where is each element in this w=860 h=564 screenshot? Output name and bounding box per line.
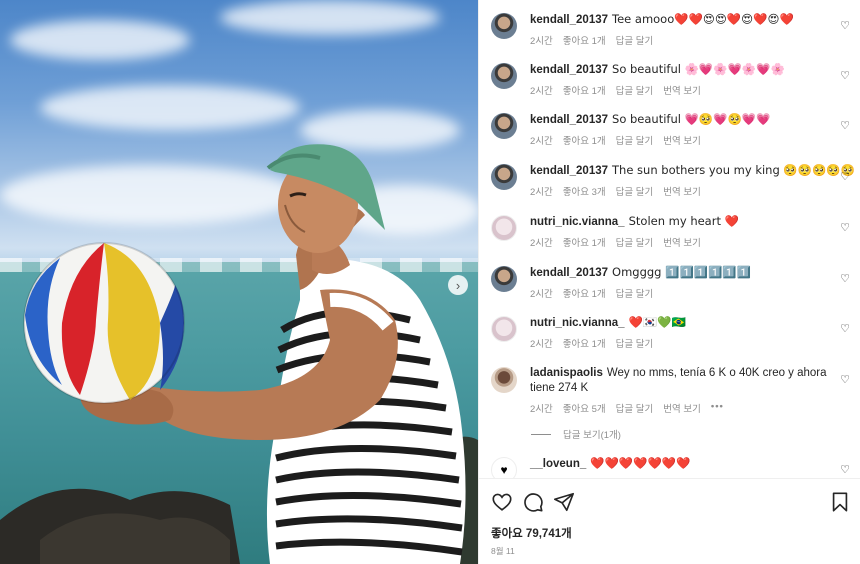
post-date[interactable]: 8월 11 xyxy=(491,545,515,557)
comment-text: Tee amooo❤️❤️😍😍❤️😍❤️😍❤️ xyxy=(612,12,794,26)
comment-item: kendall_20137 The sun bothers you my king… xyxy=(491,163,857,198)
avatar[interactable] xyxy=(491,266,517,292)
likes-count[interactable]: 좋아요 79,741개 xyxy=(491,525,572,541)
comment-icon[interactable] xyxy=(522,491,544,513)
comment-item: ladanispaolis Wey no mms, tenía 6 K o 40K… xyxy=(491,366,857,415)
comment-likes[interactable]: 좋아요 1개 xyxy=(563,133,606,147)
comment-time[interactable]: 2시간 xyxy=(530,286,553,300)
comment-text: ❤️🇰🇷💚🇧🇷 xyxy=(628,315,686,329)
comment-time[interactable]: 2시간 xyxy=(530,401,553,415)
comment-username[interactable]: kendall_20137 xyxy=(530,267,608,279)
comment-likes[interactable]: 좋아요 3개 xyxy=(563,184,606,198)
comment-text: Omgggg 1️⃣1️⃣1️⃣1️⃣1️⃣1️⃣ xyxy=(612,265,752,279)
comment-username[interactable]: __loveun_ xyxy=(530,458,586,470)
translate-link[interactable]: 번역 보기 xyxy=(663,184,701,198)
post-view: › kendall_20137 Tee amooo❤️❤️😍😍❤️😍❤️😍❤️ 2… xyxy=(0,0,860,564)
comment-text: The sun bothers you my king 🥺🥺🥺🥺🥺 xyxy=(612,163,856,177)
comment-text: ❤️❤️❤️❤️❤️❤️❤️ xyxy=(590,456,691,470)
comment-item: kendall_20137 So beautiful 🌸💗🌸💗🌸💗🌸 2시간 좋아… xyxy=(491,62,857,97)
comment-like-heart-icon[interactable]: ♡ xyxy=(839,323,851,335)
comment-like-heart-icon[interactable]: ♡ xyxy=(839,70,851,82)
reply-link[interactable]: 답글 달기 xyxy=(616,235,654,249)
comment-username[interactable]: kendall_20137 xyxy=(530,114,608,126)
heart-avatar-icon: ♥ xyxy=(500,463,508,477)
post-photo[interactable]: › xyxy=(0,0,478,564)
view-replies-link[interactable]: 답글 보기(1개) xyxy=(531,427,621,441)
view-replies-label: 답글 보기(1개) xyxy=(563,430,621,441)
translate-link[interactable]: 번역 보기 xyxy=(663,235,701,249)
comment-text: Stolen my heart ❤️ xyxy=(628,214,739,228)
comment-likes[interactable]: 좋아요 5개 xyxy=(563,401,606,415)
comment-username[interactable]: kendall_20137 xyxy=(530,14,608,26)
comment-time[interactable]: 2시간 xyxy=(530,133,553,147)
comment-item: kendall_20137 Omgggg 1️⃣1️⃣1️⃣1️⃣1️⃣1️⃣ 2… xyxy=(491,265,857,300)
comment-time[interactable]: 2시간 xyxy=(530,83,553,97)
comment-likes[interactable]: 좋아요 1개 xyxy=(563,33,606,47)
comment-time[interactable]: 2시간 xyxy=(530,184,553,198)
comment-item: nutri_nic.vianna_ Stolen my heart ❤️ 2시간 … xyxy=(491,214,857,249)
comment-time[interactable]: 2시간 xyxy=(530,235,553,249)
more-options-icon[interactable]: ••• xyxy=(711,401,724,415)
comment-likes[interactable]: 좋아요 1개 xyxy=(563,336,606,350)
comment-item: kendall_20137 So beautiful 💗🥺💗🥺💗💗 2시간 좋아요… xyxy=(491,112,857,147)
avatar[interactable] xyxy=(491,63,517,89)
reply-link[interactable]: 답글 달기 xyxy=(616,33,654,47)
reply-link[interactable]: 답글 달기 xyxy=(616,83,654,97)
comment-likes[interactable]: 좋아요 1개 xyxy=(563,286,606,300)
comment-likes[interactable]: 좋아요 1개 xyxy=(563,235,606,249)
reply-link[interactable]: 답글 달기 xyxy=(616,133,654,147)
reply-link[interactable]: 답글 달기 xyxy=(616,286,654,300)
comment-time[interactable]: 2시간 xyxy=(530,33,553,47)
comment-username[interactable]: ladanispaolis xyxy=(530,367,603,379)
post-actions: 좋아요 79,741개 8월 11 xyxy=(479,478,860,564)
chevron-right-icon: › xyxy=(455,277,461,293)
comment-like-heart-icon[interactable]: ♡ xyxy=(839,171,851,183)
avatar[interactable] xyxy=(491,215,517,241)
heart-icon[interactable] xyxy=(491,491,513,513)
comment-text: So beautiful 💗🥺💗🥺💗💗 xyxy=(612,112,771,126)
avatar[interactable]: ♥ xyxy=(491,457,517,478)
translate-link[interactable]: 번역 보기 xyxy=(663,401,701,415)
comment-like-heart-icon[interactable]: ♡ xyxy=(839,20,851,32)
reply-link[interactable]: 답글 달기 xyxy=(616,336,654,350)
comment-text: So beautiful 🌸💗🌸💗🌸💗🌸 xyxy=(612,62,785,76)
bookmark-icon[interactable] xyxy=(829,491,851,513)
comment-like-heart-icon[interactable]: ♡ xyxy=(839,120,851,132)
comment-item: kendall_20137 Tee amooo❤️❤️😍😍❤️😍❤️😍❤️ 2시간… xyxy=(491,12,857,47)
translate-link[interactable]: 번역 보기 xyxy=(663,83,701,97)
avatar[interactable] xyxy=(491,316,517,342)
comment-time[interactable]: 2시간 xyxy=(530,336,553,350)
comment-like-heart-icon[interactable]: ♡ xyxy=(839,273,851,285)
send-icon[interactable] xyxy=(553,491,575,513)
comment-like-heart-icon[interactable]: ♡ xyxy=(839,464,851,476)
comment-like-heart-icon[interactable]: ♡ xyxy=(839,222,851,234)
avatar[interactable] xyxy=(491,113,517,139)
avatar[interactable] xyxy=(491,164,517,190)
comments-list[interactable]: kendall_20137 Tee amooo❤️❤️😍😍❤️😍❤️😍❤️ 2시간… xyxy=(479,0,860,478)
comment-like-heart-icon[interactable]: ♡ xyxy=(839,374,851,386)
replies-divider xyxy=(531,433,551,435)
reply-link[interactable]: 답글 달기 xyxy=(616,401,654,415)
reply-link[interactable]: 답글 달기 xyxy=(616,184,654,198)
comment-username[interactable]: kendall_20137 xyxy=(530,165,608,177)
avatar[interactable] xyxy=(491,367,517,393)
comment-username[interactable]: nutri_nic.vianna_ xyxy=(530,216,625,228)
comments-panel: kendall_20137 Tee amooo❤️❤️😍😍❤️😍❤️😍❤️ 2시간… xyxy=(478,0,860,564)
comment-item: ♥ __loveun_ ❤️❤️❤️❤️❤️❤️❤️ xyxy=(491,456,857,478)
photo-subject xyxy=(0,144,478,564)
comment-item: nutri_nic.vianna_ ❤️🇰🇷💚🇧🇷 2시간 좋아요 1개 답글 달… xyxy=(491,315,857,350)
comment-likes[interactable]: 좋아요 1개 xyxy=(563,83,606,97)
next-photo-button[interactable]: › xyxy=(448,275,468,295)
translate-link[interactable]: 번역 보기 xyxy=(663,133,701,147)
comment-username[interactable]: nutri_nic.vianna_ xyxy=(530,317,625,329)
avatar[interactable] xyxy=(491,13,517,39)
comment-username[interactable]: kendall_20137 xyxy=(530,64,608,76)
